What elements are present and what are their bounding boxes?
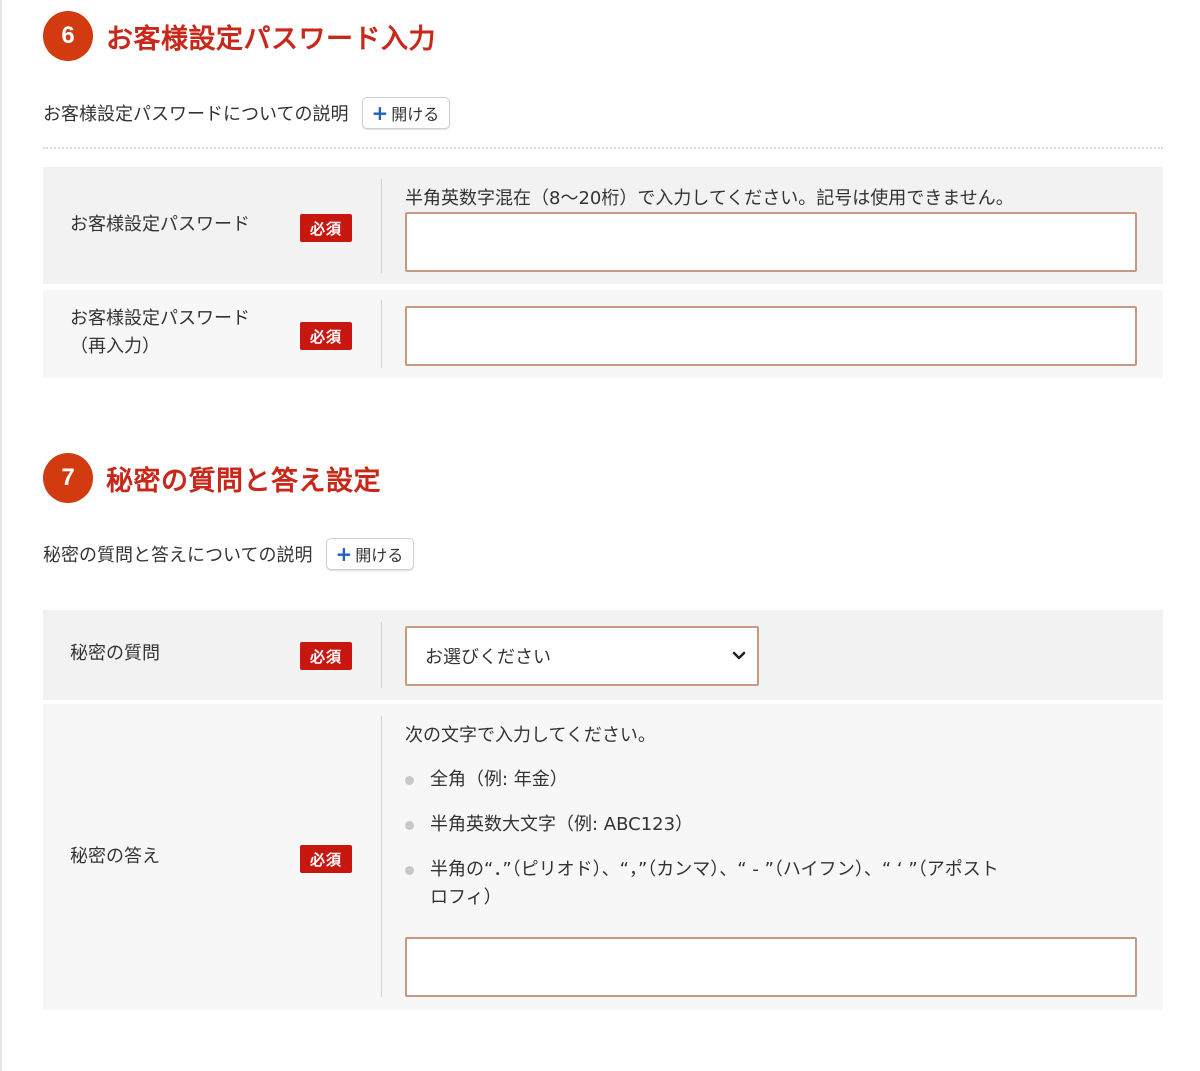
page-left-border — [0, 0, 2, 1071]
required-badge: 必須 — [300, 845, 352, 873]
section-7-number-badge: 7 — [43, 453, 93, 503]
secret-answer-input[interactable] — [405, 937, 1137, 997]
section-7-explanation-label: 秘密の質問と答えについての説明 — [43, 545, 313, 566]
plus-icon: + — [371, 101, 389, 125]
open-button-label: 開ける — [355, 546, 404, 565]
section-6-number-badge: 6 — [43, 11, 93, 61]
password-input[interactable] — [405, 212, 1137, 272]
row-divider — [381, 622, 382, 688]
secret-question-select[interactable]: お選びください — [405, 626, 759, 686]
row-divider — [381, 300, 382, 368]
password-row: お客様設定パスワード 必須 半角英数字混在（8～20桁）で入力してください。記号… — [43, 167, 1163, 284]
answer-rule-item: 全角（例: 年金） — [405, 766, 568, 794]
password-confirm-label: お客様設定パスワード （再入力） — [70, 305, 250, 361]
password-hint: 半角英数字混在（8～20桁）で入力してください。記号は使用できません。 — [405, 188, 1014, 209]
required-badge: 必須 — [300, 214, 352, 242]
section-6-title: お客様設定パスワード入力 — [106, 23, 436, 55]
secret-answer-intro: 次の文字で入力してください。 — [405, 725, 656, 746]
section-7-explanation: 秘密の質問と答えについての説明 + 開ける — [43, 538, 415, 570]
secret-answer-row: 秘密の答え 必須 次の文字で入力してください。 全角（例: 年金） 半角英数大文… — [43, 704, 1163, 1010]
chevron-down-icon — [732, 651, 746, 660]
password-confirm-label-line1: お客様設定パスワード — [70, 308, 250, 329]
divider — [43, 147, 1163, 149]
section-7-open-button[interactable]: + 開ける — [326, 538, 415, 570]
row-divider — [381, 179, 382, 273]
required-badge: 必須 — [300, 322, 352, 350]
section-7-title: 秘密の質問と答え設定 — [106, 465, 381, 497]
section-6-header: 6 お客様設定パスワード入力 — [43, 10, 436, 62]
password-label: お客様設定パスワード — [70, 214, 250, 235]
secret-question-label: 秘密の質問 — [70, 643, 160, 664]
password-confirm-input[interactable] — [405, 306, 1137, 366]
password-confirm-label-line2: （再入力） — [70, 336, 160, 357]
section-6-explanation-label: お客様設定パスワードについての説明 — [43, 104, 349, 125]
plus-icon: + — [335, 542, 353, 566]
secret-answer-label: 秘密の答え — [70, 846, 160, 867]
answer-rule-item: 半角の“．”（ピリオド）、“，”（カンマ）、“ - ”（ハイフン）、“ ‘ ”（… — [405, 856, 999, 912]
section-6-open-button[interactable]: + 開ける — [362, 97, 451, 129]
required-badge: 必須 — [300, 642, 352, 670]
row-divider — [381, 716, 382, 997]
section-7-header: 7 秘密の質問と答え設定 — [43, 452, 381, 504]
bullet-icon — [405, 866, 414, 875]
bullet-icon — [405, 776, 414, 785]
open-button-label: 開ける — [391, 105, 440, 124]
secret-question-row: 秘密の質問 必須 お選びください — [43, 610, 1163, 700]
password-confirm-row: お客様設定パスワード （再入力） 必須 — [43, 290, 1163, 378]
bullet-icon — [405, 821, 414, 830]
answer-rule-item: 半角英数大文字（例: ABC123） — [405, 811, 693, 839]
secret-question-selected: お選びください — [425, 647, 551, 668]
section-6-explanation: お客様設定パスワードについての説明 + 開ける — [43, 97, 451, 129]
